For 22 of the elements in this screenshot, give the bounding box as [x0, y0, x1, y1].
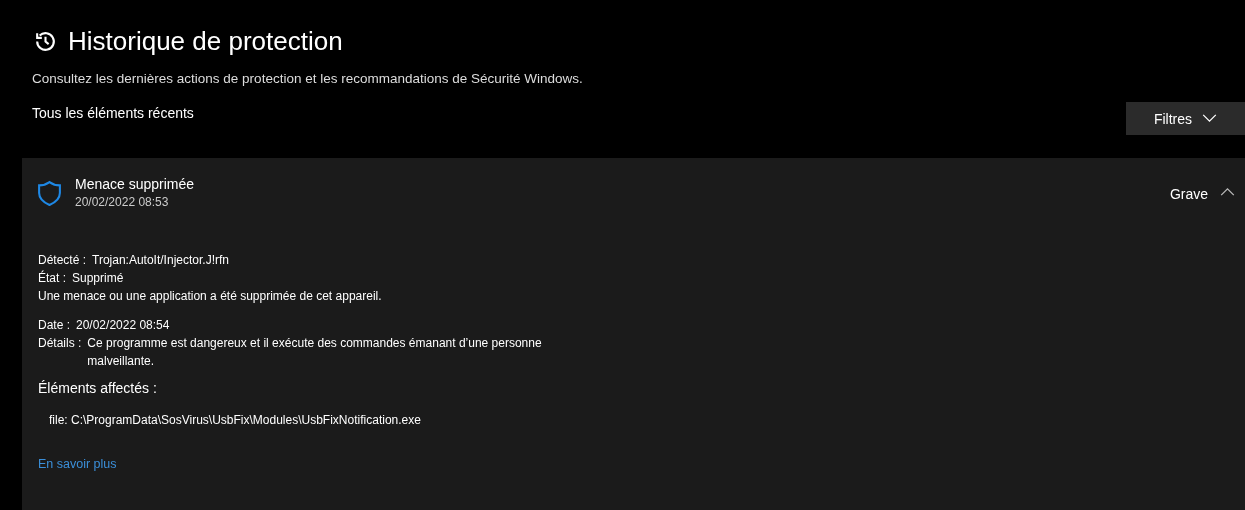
severity-label: Grave	[1169, 186, 1208, 202]
event-message: Une menace ou une application a été supprimée de cet appareil.	[38, 288, 383, 305]
field-value: Ce programme est dangereux et il exécute des commandes émanant d’une personne malveillante.	[87, 335, 543, 370]
shield-icon	[37, 180, 62, 207]
field-value: 20/02/2022 08:54	[76, 317, 171, 334]
field-label: Détecté :	[38, 252, 87, 269]
event-time: 20/02/2022 08:53	[75, 195, 170, 209]
page-subtitle: Consultez les dernières actions de protection et les recommandations de Sécurité Windows.	[31, 71, 584, 86]
field-label: État :	[38, 269, 66, 287]
page-title: Historique de protection	[68, 26, 343, 57]
history-icon	[33, 29, 58, 54]
field-label: Date :	[38, 317, 70, 334]
filter-button[interactable]: Filtres	[1126, 102, 1245, 135]
learn-more-link[interactable]: En savoir plus	[38, 455, 1245, 473]
field-value: Trojan:AutoIt/Injector.J!rfn	[92, 252, 229, 269]
event-title: Menace supprimée	[75, 176, 196, 192]
field-label: Détails :	[38, 335, 82, 352]
affected-heading: Éléments affectés :	[38, 379, 158, 397]
affected-file: file: C:\ProgramData\SosVirus\UsbFix\Modules\UsbFixNotification.exe	[49, 412, 422, 429]
section-label: Tous les éléments récents	[32, 105, 194, 121]
field-value: Supprimé	[72, 270, 124, 287]
chevron-down-icon	[1202, 114, 1218, 123]
